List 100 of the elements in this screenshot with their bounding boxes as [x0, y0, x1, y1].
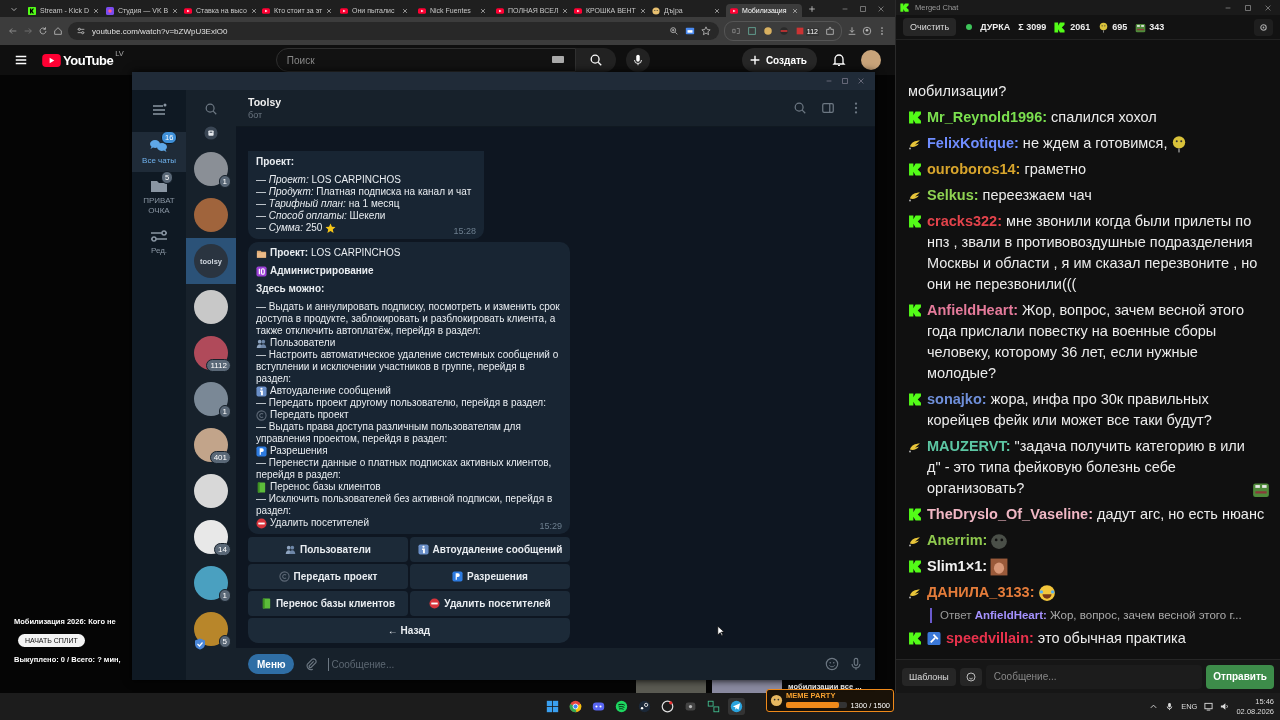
keyboard-icon[interactable]: [551, 55, 564, 64]
k-logo-icon: [900, 3, 909, 12]
game-app-icon[interactable]: [636, 698, 653, 715]
emoji-button[interactable]: [959, 667, 982, 686]
reload-icon[interactable]: [38, 26, 48, 36]
chat-list-item[interactable]: 1: [186, 146, 236, 192]
voice-search-button[interactable]: [625, 48, 650, 72]
bot-keyboard-button[interactable]: Передать проект: [248, 564, 408, 589]
home-icon[interactable]: [53, 26, 63, 36]
menu-icon[interactable]: [14, 53, 28, 67]
settings-button[interactable]: [1254, 18, 1273, 36]
reply-text: Жор, вопрос, зачем весной этого г...: [1050, 609, 1242, 621]
clear-button[interactable]: Очистить: [903, 18, 957, 36]
back-button[interactable]: ← Назад: [248, 618, 570, 643]
bot-menu-button[interactable]: Меню: [248, 654, 295, 674]
chat-list-item[interactable]: 1: [186, 376, 236, 422]
maximize-icon[interactable]: [1244, 3, 1252, 12]
cast-icon[interactable]: [684, 26, 695, 36]
profile-icon[interactable]: [862, 26, 872, 36]
k-logo-icon: [908, 560, 922, 573]
bot-keyboard-button[interactable]: Удалить посетителей: [410, 591, 570, 616]
k-logo-icon: [1054, 21, 1066, 33]
start-button[interactable]: [544, 698, 561, 715]
close-icon[interactable]: [480, 7, 486, 14]
play-icon: [418, 6, 426, 15]
search-icon[interactable]: [204, 102, 218, 116]
chat-message: cracks322: мне звонили когда были прилеты по нпз , звали в противовоздушные подразделения Москвы и области , я им сказал перезвоните , но они не перезвонили(((: [927, 212, 1259, 294]
close-icon[interactable]: [326, 7, 333, 14]
close-icon[interactable]: [93, 7, 99, 14]
search-field[interactable]: Поиск: [275, 48, 576, 72]
paperclip-icon[interactable]: [304, 657, 319, 671]
close-icon[interactable]: [714, 7, 720, 14]
site-info-icon[interactable]: [76, 26, 86, 36]
maximize-icon[interactable]: [859, 4, 867, 13]
extension-icon[interactable]: [730, 26, 741, 36]
folder-tab[interactable]: Ред.: [132, 222, 186, 262]
maximize-icon[interactable]: [841, 77, 849, 85]
chat-list-item[interactable]: 14: [186, 514, 236, 560]
close-icon[interactable]: [172, 7, 179, 14]
message-line: — Тарифный план: на 1 месяц: [256, 198, 400, 210]
close-icon[interactable]: [792, 7, 798, 14]
close-icon[interactable]: [1264, 3, 1272, 12]
k-logo-icon: [908, 393, 922, 406]
templates-button[interactable]: Шаблоны: [902, 667, 956, 686]
monitor-icon[interactable]: [1204, 702, 1214, 711]
chat-list-item[interactable]: 1: [186, 560, 236, 606]
search-icon[interactable]: [793, 101, 807, 115]
extension-icon[interactable]: [762, 26, 773, 36]
message-input[interactable]: Сообщение...: [328, 657, 815, 671]
record-app-icon[interactable]: [659, 698, 676, 715]
message-line: — Способ оплаты: Шекели: [256, 210, 386, 222]
mic-icon[interactable]: [1165, 702, 1175, 711]
speaker-icon[interactable]: [1220, 702, 1230, 711]
play-icon: [262, 6, 270, 15]
close-icon[interactable]: [877, 4, 885, 13]
person-sign-icon: [256, 385, 267, 397]
bot-keyboard-button[interactable]: Перенос базы клиентов: [248, 591, 408, 616]
bookmark-star-icon[interactable]: [700, 26, 711, 36]
puzzle-icon[interactable]: [825, 26, 835, 36]
bot-keyboard-button[interactable]: Автоудаление сообщений: [410, 537, 570, 562]
close-icon[interactable]: [639, 7, 646, 14]
browser-app-icon[interactable]: [567, 698, 584, 715]
create-button[interactable]: Создать: [741, 48, 817, 72]
close-icon[interactable]: [857, 77, 865, 85]
smiley-icon[interactable]: [825, 657, 839, 671]
close-icon[interactable]: [562, 7, 569, 14]
paper-plane-app-icon[interactable]: [728, 698, 745, 715]
logo-text[interactable]: YouTube: [63, 52, 114, 68]
send-button[interactable]: Отправить: [1206, 664, 1274, 689]
new-tab-icon[interactable]: [808, 4, 816, 13]
play-icon: [184, 6, 192, 15]
k-logo-icon: [28, 6, 36, 15]
close-icon[interactable]: [402, 7, 408, 14]
chat-list-item[interactable]: 401: [186, 422, 236, 468]
k-logo-icon: [908, 111, 922, 124]
bell-icon[interactable]: [831, 52, 847, 68]
bot-keyboard-button[interactable]: Разрешения: [410, 564, 570, 589]
close-icon[interactable]: [250, 7, 257, 14]
username[interactable]: AnfieldHeart:: [974, 609, 1047, 621]
extension-icon[interactable]: [746, 26, 757, 36]
viewer-count: 695: [1112, 22, 1128, 32]
no-entry-icon: [429, 598, 441, 609]
address-bar[interactable]: youtube.com/watch?v=bZWpU3ExlO0: [68, 22, 719, 40]
chat-list-item[interactable]: 5: [186, 606, 236, 652]
avatar[interactable]: [861, 50, 881, 70]
window-app-icon[interactable]: [705, 698, 722, 715]
caret-icon[interactable]: [1149, 702, 1159, 711]
archive-icon[interactable]: [204, 126, 218, 140]
search-button[interactable]: [575, 48, 616, 72]
download-icon[interactable]: [847, 26, 857, 36]
photo-placeholder[interactable]: [712, 680, 782, 693]
chat-message: TheDryslo_Of_Vaseline: дадут агс, но есть нюанс: [927, 505, 1265, 524]
chat-subtitle: бот: [248, 110, 264, 120]
total-count: Σ 3099: [1018, 22, 1047, 32]
music-app-icon[interactable]: [613, 698, 630, 715]
chat-list-item[interactable]: 1112: [186, 330, 236, 376]
sidebar-icon[interactable]: [821, 101, 835, 115]
message-input[interactable]: Сообщение...: [985, 664, 1203, 689]
zoom-icon[interactable]: [668, 26, 679, 36]
bot-keyboard-button[interactable]: Пользователи: [248, 537, 408, 562]
